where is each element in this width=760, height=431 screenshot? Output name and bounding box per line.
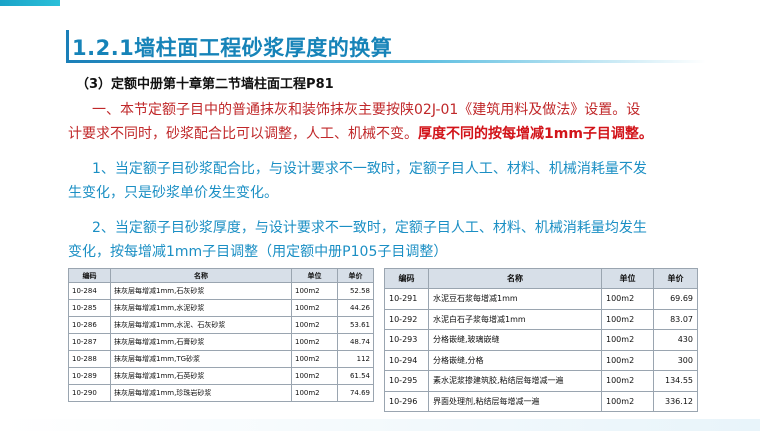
table-row: 10-286 抹灰层每增减1mm,水泥、石灰砂浆 100m2 53.61 — [68, 316, 374, 334]
table-row: 10-290 抹灰层每增减1mm,珍珠岩砂浆 100m2 74.69 — [68, 384, 374, 402]
cell-code: 10-288 — [68, 350, 111, 368]
bottom-decoration — [0, 419, 760, 431]
cell-name: 素水泥浆掺建筑胶,粘结层每增减一遍 — [428, 370, 602, 392]
page-title: 1.2.1墙柱面工程砂浆厚度的换算 — [72, 36, 393, 60]
col-code-header: 编码 — [68, 268, 111, 283]
col-name-header: 名称 — [428, 268, 602, 289]
table-row: 10-284 抹灰层每增减1mm,石灰砂浆 100m2 52.58 — [68, 282, 374, 300]
cell-name: 水泥白石子浆每增减1mm — [428, 308, 602, 330]
paragraph-2-line-2: 生变化，只是砂浆单价发生变化。 — [68, 185, 278, 201]
cell-price: 300 — [653, 349, 698, 371]
cell-code: 10-290 — [68, 384, 111, 402]
quota-table-left: 编码 名称 单位 单价 10-284 抹灰层每增减1mm,石灰砂浆 100m2 52.… — [68, 268, 374, 402]
cell-code: 10-285 — [68, 299, 111, 317]
cell-code: 10-294 — [384, 349, 429, 371]
section-subtitle: （3）定额中册第十章第二节墙柱面工程P81 — [76, 77, 334, 92]
table-row: 10-287 抹灰层每增减1mm,石膏砂浆 100m2 48.74 — [68, 333, 374, 351]
col-price-header: 单价 — [337, 268, 374, 283]
cell-price: 69.69 — [653, 288, 698, 310]
table-header-row: 编码 名称 单位 单价 — [384, 268, 698, 289]
title-left-bar — [66, 30, 69, 60]
table-row: 10-292 水泥白石子浆每增减1mm 100m2 83.07 — [384, 308, 698, 330]
col-name-header: 名称 — [110, 268, 292, 283]
paragraph-1-line-2: 计要求不同时，砂浆配合比可以调整，人工、机械不变。厚度不同的按每增减1mm子目调… — [68, 122, 653, 146]
cell-name: 水泥豆石浆每增减1mm — [428, 288, 602, 310]
cell-price: 83.07 — [653, 308, 698, 330]
table-row: 10-291 水泥豆石浆每增减1mm 100m2 69.69 — [384, 288, 698, 310]
cell-name: 抹灰层每增减1mm,水泥、石灰砂浆 — [110, 316, 292, 334]
cell-price: 61.54 — [337, 367, 374, 385]
cell-name: 抹灰层每增减1mm,TG砂浆 — [110, 350, 292, 368]
cell-unit: 100m2 — [291, 350, 338, 368]
cell-name: 抹灰层每增减1mm,水泥砂浆 — [110, 299, 292, 317]
col-unit-header: 单位 — [601, 268, 654, 289]
cell-price: 336.12 — [653, 390, 698, 412]
cell-name: 抹灰层每增减1mm,石灰砂浆 — [110, 282, 292, 300]
quota-table-right: 编码 名称 单位 单价 10-291 水泥豆石浆每增减1mm 100m2 69.69 1… — [384, 268, 698, 412]
paragraph-1-normal-text: 计要求不同时，砂浆配合比可以调整，人工、机械不变。 — [68, 126, 418, 142]
cell-name: 分格嵌缝,分格 — [428, 349, 602, 371]
cell-unit: 100m2 — [601, 288, 654, 310]
cell-code: 10-295 — [384, 370, 429, 392]
cell-name: 抹灰层每增减1mm,珍珠岩砂浆 — [110, 384, 292, 402]
cell-name: 抹灰层每增减1mm,石膏砂浆 — [110, 333, 292, 351]
cell-price: 134.55 — [653, 370, 698, 392]
table-row: 10-295 素水泥浆掺建筑胶,粘结层每增减一遍 100m2 134.55 — [384, 370, 698, 392]
cell-unit: 100m2 — [601, 390, 654, 412]
cell-unit: 100m2 — [291, 384, 338, 402]
cell-name: 抹灰层每增减1mm,石英砂浆 — [110, 367, 292, 385]
cell-unit: 100m2 — [601, 349, 654, 371]
top-accent-bar — [0, 0, 60, 6]
cell-price: 48.74 — [337, 333, 374, 351]
cell-unit: 100m2 — [601, 370, 654, 392]
table-row: 10-294 分格嵌缝,分格 100m2 300 — [384, 349, 698, 371]
col-price-header: 单价 — [653, 268, 698, 289]
cell-price: 112 — [337, 350, 374, 368]
cell-price: 44.26 — [337, 299, 374, 317]
cell-price: 74.69 — [337, 384, 374, 402]
cell-code: 10-287 — [68, 333, 111, 351]
paragraph-3-line-2: 变化，按每增减1mm子目调整（用定额中册P105子目调整） — [68, 244, 448, 260]
paragraph-2-line-1: 1、当定额子目砂浆配合比，与设计要求不一致时，定额子目人工、材料、机械消耗量不发 — [92, 161, 647, 177]
cell-code: 10-292 — [384, 308, 429, 330]
cell-code: 10-296 — [384, 390, 429, 412]
cell-unit: 100m2 — [601, 329, 654, 351]
paragraph-1-highlight-text: 厚度不同的按每增减1mm子目调整。 — [418, 126, 653, 142]
cell-unit: 100m2 — [291, 282, 338, 300]
cell-unit: 100m2 — [291, 367, 338, 385]
table-row: 10-288 抹灰层每增减1mm,TG砂浆 100m2 112 — [68, 350, 374, 368]
cell-code: 10-284 — [68, 282, 111, 300]
cell-code: 10-291 — [384, 288, 429, 310]
cell-unit: 100m2 — [291, 299, 338, 317]
cell-price: 53.61 — [337, 316, 374, 334]
cell-unit: 100m2 — [291, 316, 338, 334]
paragraph-3-line-1: 2、当定额子目砂浆厚度，与设计要求不一致时，定额子目人工、材料、机械消耗量均发生 — [92, 220, 647, 236]
cell-unit: 100m2 — [291, 333, 338, 351]
col-unit-header: 单位 — [291, 268, 338, 283]
table-row: 10-285 抹灰层每增减1mm,水泥砂浆 100m2 44.26 — [68, 299, 374, 317]
title-underline — [66, 60, 706, 63]
cell-price: 430 — [653, 329, 698, 351]
table-row: 10-293 分格嵌缝,玻璃嵌缝 100m2 430 — [384, 329, 698, 351]
cell-unit: 100m2 — [601, 308, 654, 330]
cell-name: 界面处理剂,粘结层每增减一遍 — [428, 390, 602, 412]
cell-price: 52.58 — [337, 282, 374, 300]
cell-code: 10-293 — [384, 329, 429, 351]
table-row: 10-296 界面处理剂,粘结层每增减一遍 100m2 336.12 — [384, 390, 698, 412]
paragraph-1-line-1: 一、本节定额子目中的普通抹灰和装饰抹灰主要按陕02J-01《建筑用料及做法》设置… — [92, 102, 641, 118]
col-code-header: 编码 — [384, 268, 429, 289]
cell-code: 10-289 — [68, 367, 111, 385]
cell-code: 10-286 — [68, 316, 111, 334]
cell-name: 分格嵌缝,玻璃嵌缝 — [428, 329, 602, 351]
table-row: 10-289 抹灰层每增减1mm,石英砂浆 100m2 61.54 — [68, 367, 374, 385]
table-header-row: 编码 名称 单位 单价 — [68, 268, 374, 283]
